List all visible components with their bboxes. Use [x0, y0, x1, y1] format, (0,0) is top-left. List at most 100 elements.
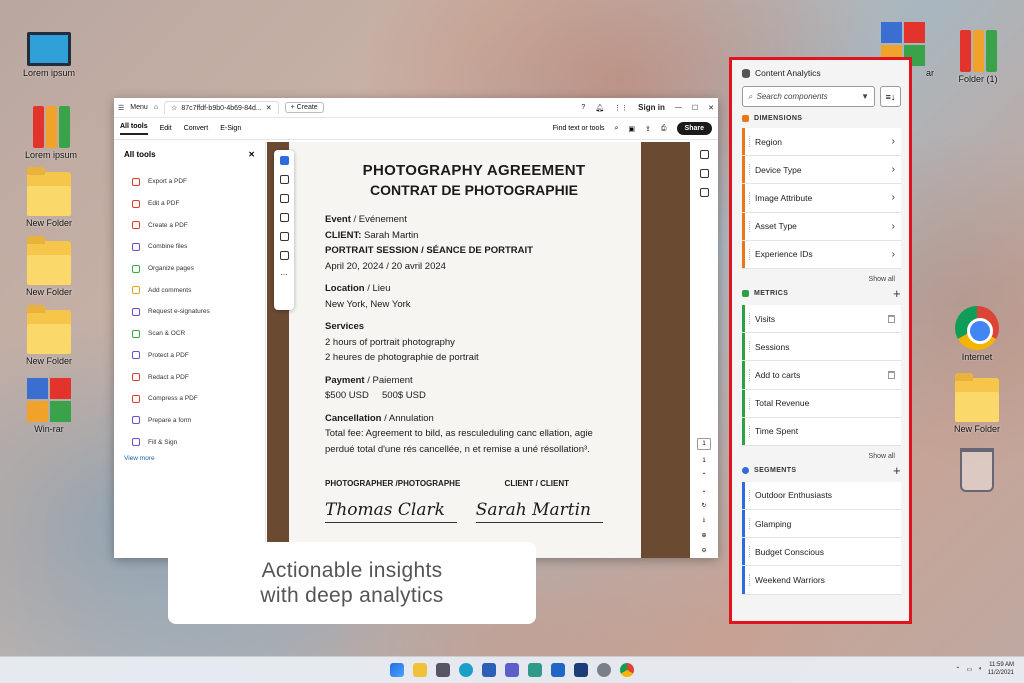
desktop-icon-lorem-ipsum-1[interactable]: Lorem ipsum [16, 28, 82, 78]
teams-icon[interactable] [505, 663, 519, 677]
tool-item[interactable]: Organize pages [124, 258, 255, 280]
tool-item[interactable]: Add comments [124, 279, 255, 301]
metric-item[interactable]: Total Revenue [742, 389, 901, 418]
search-icon[interactable]: ⌕ [615, 125, 619, 133]
desktop-icon-recycle-bin[interactable] [944, 448, 1010, 494]
share-button[interactable]: Share [676, 122, 712, 135]
upload-icon[interactable]: ⇪ [645, 125, 651, 133]
text-box-icon[interactable] [279, 232, 289, 241]
tool-item[interactable]: Fill & Sign [124, 431, 255, 453]
dimension-item[interactable]: Image Attribute › [742, 184, 901, 213]
refresh-icon[interactable]: ↻ [701, 502, 706, 509]
chevron-right-icon[interactable]: › [892, 164, 895, 175]
menu-icon[interactable]: ☰ [118, 104, 124, 112]
dimension-item[interactable]: Asset Type › [742, 212, 901, 241]
tool-item[interactable]: Compress a PDF [124, 388, 255, 410]
find-text-button[interactable]: Find text or tools [553, 125, 605, 132]
tab-edit[interactable]: Edit [160, 125, 172, 132]
maximize-icon[interactable]: ☐ [692, 104, 698, 112]
tool-item[interactable]: Redact a PDF [124, 366, 255, 388]
lasso-icon[interactable] [279, 213, 289, 222]
metrics-show-all[interactable]: Show all [742, 453, 895, 460]
tool-item[interactable]: Protect a PDF [124, 345, 255, 367]
chrome-taskbar-icon[interactable] [620, 663, 634, 677]
menu-button[interactable]: Menu [130, 104, 148, 111]
add-segment-icon[interactable]: + [893, 464, 901, 477]
filter-icon[interactable]: ▼ [861, 92, 869, 101]
camera-icon[interactable] [436, 663, 450, 677]
home-icon[interactable]: ⌂ [154, 104, 158, 111]
trash-icon[interactable] [888, 314, 895, 323]
file-explorer-icon[interactable] [413, 663, 427, 677]
dimensions-show-all[interactable]: Show all [742, 276, 895, 283]
tool-item[interactable]: Request e-signatures [124, 301, 255, 323]
create-button[interactable]: + Create [284, 102, 324, 113]
page-up-icon[interactable]: ⌃ [701, 472, 706, 479]
print-icon[interactable]: ⎙ [661, 125, 667, 133]
comment-icon[interactable] [279, 175, 289, 184]
dimension-item[interactable]: Region › [742, 128, 901, 157]
segment-item[interactable]: Weekend Warriors [742, 566, 901, 595]
chevron-right-icon[interactable]: › [892, 192, 895, 203]
desktop-icon-new-folder-right[interactable]: New Folder [944, 373, 1010, 434]
dimension-item[interactable]: Experience IDs › [742, 240, 901, 269]
desktop-icon-internet[interactable]: Internet [944, 306, 1010, 362]
tool-item[interactable]: Scan & OCR [124, 323, 255, 345]
tab-e-sign[interactable]: E-Sign [220, 125, 241, 132]
star-icon[interactable]: ☆ [171, 104, 177, 112]
sign-in-button[interactable]: Sign in [638, 103, 665, 112]
sort-button[interactable]: ≡↓ [880, 86, 901, 107]
apps-grid-icon[interactable]: ⋮⋮ [614, 104, 628, 112]
page-number-input[interactable]: 1 [697, 438, 711, 450]
desktop-icon-new-folder-3[interactable]: New Folder [16, 305, 82, 366]
bell-icon[interactable]: 🔔︎ [595, 104, 604, 112]
chevron-right-icon[interactable]: › [892, 136, 895, 147]
segment-item[interactable]: Budget Conscious [742, 538, 901, 567]
security-icon[interactable] [551, 663, 565, 677]
close-window-icon[interactable]: ✕ [708, 104, 714, 112]
page-down-icon[interactable]: ⌄ [701, 487, 706, 494]
desktop-icon-folder-1[interactable]: Folder (1) [945, 28, 1011, 84]
help-icon[interactable]: ? [581, 104, 585, 111]
segment-item[interactable]: Outdoor Enthusiasts [742, 481, 901, 511]
zoom-out-icon[interactable]: ⊖ [701, 547, 706, 554]
fit-page-icon[interactable]: ⤓ [703, 517, 706, 524]
pen-icon[interactable] [279, 194, 289, 203]
maps-icon[interactable] [528, 663, 542, 677]
view-more-link[interactable]: View more [124, 455, 255, 462]
search-input[interactable]: ⌕ Search components ▼ [742, 86, 875, 107]
tab-all-tools[interactable]: All tools [120, 123, 148, 135]
volume-icon[interactable]: ◖ [978, 666, 982, 672]
tool-item[interactable]: Create a PDF [124, 214, 255, 236]
close-panel-icon[interactable]: ✕ [248, 150, 255, 159]
chevron-right-icon[interactable]: › [892, 249, 895, 260]
metric-item[interactable]: Visits [742, 304, 901, 334]
metric-item[interactable]: Time Spent [742, 417, 901, 446]
tool-item[interactable]: Prepare a form [124, 410, 255, 432]
network-icon[interactable]: ▭ [966, 666, 972, 673]
desktop-icon-lorem-ipsum-2[interactable]: Lorem ipsum [18, 104, 84, 160]
metric-item[interactable]: Sessions [742, 333, 901, 362]
comments-panel-icon[interactable] [699, 150, 709, 159]
tool-item[interactable]: Export a PDF [124, 171, 255, 193]
desktop-icon-new-folder-1[interactable]: New Folder [16, 167, 82, 228]
zoom-in-icon[interactable]: ⊕ [701, 532, 706, 539]
dimension-item[interactable]: Device Type › [742, 156, 901, 185]
tab-convert[interactable]: Convert [184, 125, 209, 132]
bookmark-icon[interactable] [699, 169, 709, 178]
select-cursor-icon[interactable] [279, 156, 289, 165]
save-icon[interactable]: ▣ [628, 125, 635, 133]
document-tab[interactable]: ☆ 87c7ffdf-b9b0-4b69-84d... ✕ [164, 101, 279, 114]
fill-icon[interactable] [279, 251, 289, 260]
chevron-right-icon[interactable]: › [892, 221, 895, 232]
desktop-icon-new-folder-2[interactable]: New Folder [16, 236, 82, 297]
metric-item[interactable]: Add to carts [742, 361, 901, 390]
tool-item[interactable]: Edit a PDF [124, 193, 255, 215]
settings-icon[interactable] [597, 663, 611, 677]
store-icon[interactable] [482, 663, 496, 677]
desktop-icon-win-rar[interactable]: Win-rar [16, 378, 82, 434]
analytics-app-icon[interactable] [574, 663, 588, 677]
chevron-up-icon[interactable]: ⌃ [955, 666, 960, 673]
tool-item[interactable]: Combine files [124, 236, 255, 258]
close-tab-icon[interactable]: ✕ [266, 104, 272, 112]
